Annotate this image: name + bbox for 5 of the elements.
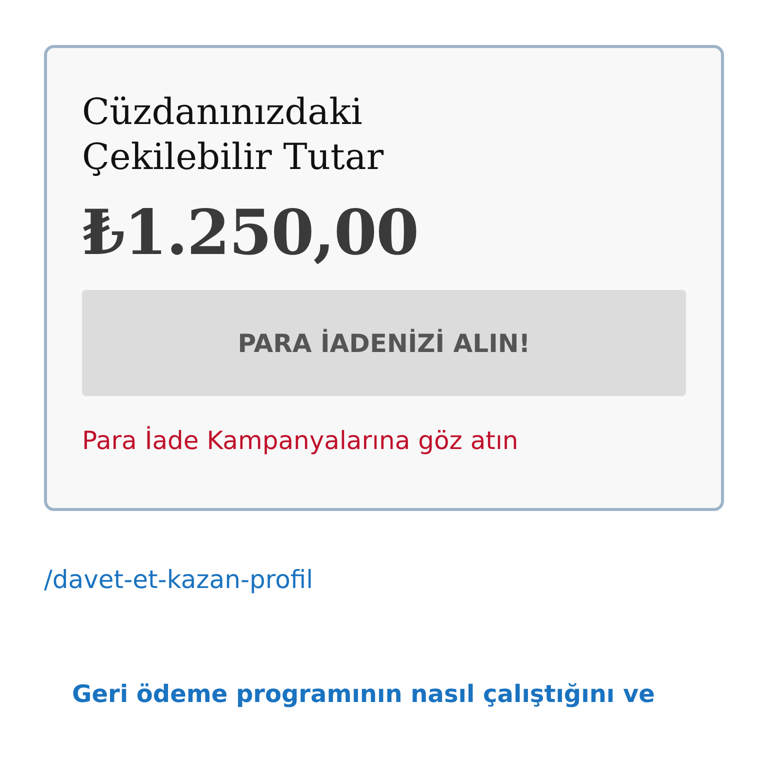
card-title: Cüzdanınızdaki Çekilebilir Tutar: [82, 91, 385, 180]
campaigns-link[interactable]: Para İade Kampanyalarına göz atın: [82, 422, 518, 460]
program-info-link[interactable]: Geri ödeme programının nasıl çalıştığını ve: [72, 676, 655, 712]
profile-path-link[interactable]: /davet-et-kazan-profil: [44, 560, 314, 598]
balance-amount: ₺1.250,00: [82, 196, 420, 270]
